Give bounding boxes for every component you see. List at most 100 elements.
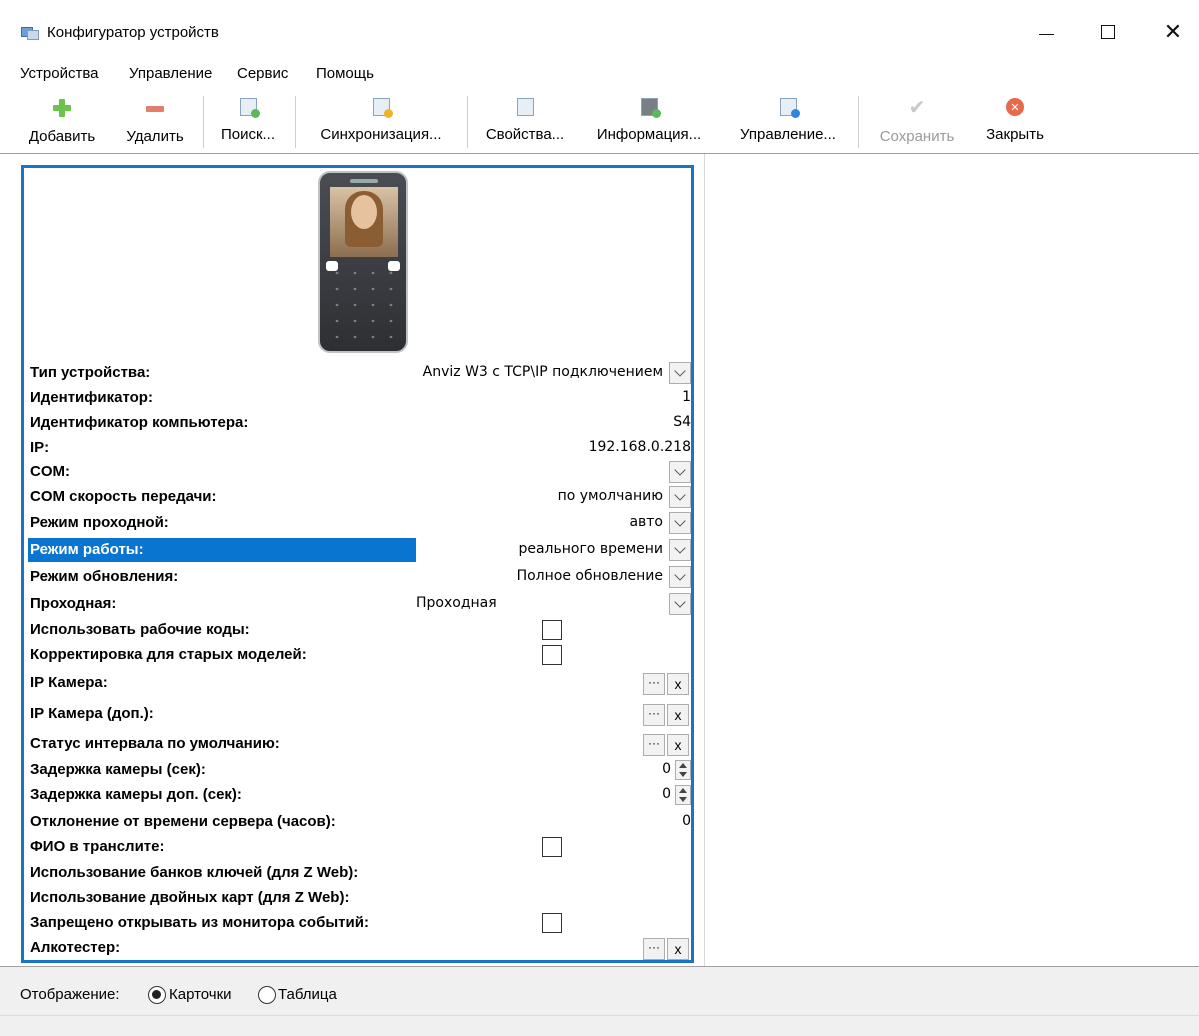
ip-camera-clear-button[interactable]: x [667, 673, 689, 695]
ip-camera-browse-button[interactable]: ··· [643, 673, 665, 695]
alcotester-label: Алкотестер: [30, 939, 121, 956]
ip-camera-extra-clear-button[interactable]: x [667, 704, 689, 726]
property-interval-status[interactable]: Статус интервала по умолчанию: ··· x [28, 732, 691, 756]
ip-camera-label: IP Камера: [30, 674, 108, 691]
pass-mode-dropdown[interactable] [669, 512, 691, 534]
work-codes-checkbox[interactable] [542, 620, 562, 640]
property-no-open-monitor[interactable]: Запрещено открывать из монитора событий: [28, 911, 691, 935]
work-mode-label: Режим работы: [28, 538, 416, 562]
interval-status-browse-button[interactable]: ··· [643, 734, 665, 756]
property-old-models[interactable]: Корректировка для старых моделей: [28, 643, 691, 667]
no-open-monitor-checkbox[interactable] [542, 913, 562, 933]
camera-delay-extra-spinner[interactable] [675, 785, 691, 805]
chevron-down-icon [674, 542, 686, 554]
property-camera-delay-extra[interactable]: Задержка камеры доп. (сек): 0 [28, 783, 691, 807]
property-computer-id[interactable]: Идентификатор компьютера: S4 [28, 411, 691, 435]
computer-id-value: S4 [673, 414, 691, 430]
radio-cards-label[interactable]: Карточки [169, 986, 232, 1003]
com-speed-label: COM скорость передачи: [30, 488, 217, 505]
chevron-down-icon [674, 515, 686, 527]
old-models-checkbox[interactable] [542, 645, 562, 665]
checkpoint-dropdown[interactable] [669, 593, 691, 615]
alcotester-browse-button[interactable]: ··· [643, 938, 665, 960]
close-button[interactable]: ✕ Закрыть [978, 90, 1052, 152]
property-pass-mode[interactable]: Режим проходной: авто [28, 511, 691, 535]
search-button[interactable]: Поиск... [213, 90, 283, 152]
close-window-button[interactable]: ✕ [1153, 14, 1193, 50]
device-card[interactable]: Тип устройства: Anviz W3 с TCP\IP подклю… [21, 165, 694, 963]
property-key-banks[interactable]: Использование банков ключей (для Z Web): [28, 861, 691, 885]
com-label: COM: [30, 463, 70, 480]
camera-delay-extra-value[interactable]: 0 [662, 786, 671, 802]
computer-id-label: Идентификатор компьютера: [30, 414, 249, 431]
key-banks-label: Использование банков ключей (для Z Web): [30, 864, 359, 881]
minimize-button[interactable] [1026, 14, 1066, 50]
menu-service[interactable]: Сервис [237, 65, 288, 82]
delete-label: Удалить [126, 128, 184, 145]
properties-label: Свойства... [485, 126, 565, 143]
property-server-time-offset[interactable]: Отклонение от времени сервера (часов): 0 [28, 810, 691, 834]
pass-mode-value: авто [629, 514, 663, 530]
maximize-button[interactable] [1088, 14, 1128, 50]
menu-devices[interactable]: Устройства [20, 65, 98, 82]
identifier-value: 1 [682, 389, 691, 405]
alcotester-clear-button[interactable]: x [667, 938, 689, 960]
property-identifier[interactable]: Идентификатор: 1 [28, 386, 691, 410]
property-fio-translit[interactable]: ФИО в транслите: [28, 835, 691, 859]
property-com-speed[interactable]: COM скорость передачи: по умолчанию [28, 485, 691, 509]
display-mode-bar: Отображение: Карточки Таблица [0, 967, 1199, 1015]
camera-delay-value[interactable]: 0 [662, 761, 671, 777]
right-panel [704, 154, 1199, 966]
close-circle-icon: ✕ [1006, 98, 1024, 116]
search-device-icon [239, 98, 260, 118]
menu-management[interactable]: Управление [129, 65, 212, 82]
com-dropdown[interactable] [669, 461, 691, 483]
interval-status-clear-button[interactable]: x [667, 734, 689, 756]
maximize-icon [1101, 25, 1115, 39]
properties-button[interactable]: Свойства... [477, 90, 573, 152]
add-label: Добавить [28, 128, 96, 145]
device-type-dropdown[interactable] [669, 362, 691, 384]
radio-table[interactable] [258, 986, 276, 1004]
manage-button[interactable]: Управление... [729, 90, 847, 152]
camera-delay-extra-label: Задержка камеры доп. (сек): [30, 786, 242, 803]
old-models-label: Корректировка для старых моделей: [30, 646, 307, 663]
fio-translit-checkbox[interactable] [542, 837, 562, 857]
property-work-mode[interactable]: Режим работы: реального времени [28, 538, 691, 562]
property-ip[interactable]: IP: 192.168.0.218 [28, 436, 691, 460]
property-ip-camera[interactable]: IP Камера: ··· x [28, 671, 691, 695]
work-mode-dropdown[interactable] [669, 539, 691, 561]
update-mode-label: Режим обновления: [30, 568, 179, 585]
menu-help[interactable]: Помощь [316, 65, 374, 82]
add-button[interactable]: Добавить [21, 90, 103, 152]
save-button[interactable]: ✔ Сохранить [868, 90, 966, 152]
chevron-down-icon [674, 489, 686, 501]
interval-status-label: Статус интервала по умолчанию: [30, 735, 280, 752]
property-device-type[interactable]: Тип устройства: Anviz W3 с TCP\IP подклю… [28, 361, 691, 385]
chevron-down-icon [674, 569, 686, 581]
property-ip-camera-extra[interactable]: IP Камера (доп.): ··· x [28, 702, 691, 726]
ip-camera-extra-browse-button[interactable]: ··· [643, 704, 665, 726]
info-icon [640, 98, 661, 118]
radio-cards[interactable] [148, 986, 166, 1004]
display-mode-label: Отображение: [20, 986, 120, 1003]
fio-translit-label: ФИО в транслите: [30, 838, 165, 855]
property-alcotester[interactable]: Алкотестер: ··· x [28, 936, 691, 960]
camera-delay-spinner[interactable] [675, 760, 691, 780]
delete-button[interactable]: Удалить [118, 90, 192, 152]
property-checkpoint[interactable]: Проходная: Проходная [28, 592, 691, 616]
property-double-cards[interactable]: Использование двойных карт (для Z Web): [28, 886, 691, 910]
property-camera-delay[interactable]: Задержка камеры (сек): 0 [28, 758, 691, 782]
work-mode-value: реального времени [518, 541, 663, 557]
radio-table-label[interactable]: Таблица [278, 986, 337, 1003]
main-window: Конфигуратор устройств ✕ Устройства Упра… [0, 0, 1199, 1036]
info-button[interactable]: Информация... [587, 90, 711, 152]
property-com[interactable]: COM: [28, 460, 691, 484]
com-speed-dropdown[interactable] [669, 486, 691, 508]
update-mode-dropdown[interactable] [669, 566, 691, 588]
minimize-icon [1038, 33, 1054, 35]
sync-button[interactable]: Синхронизация... [305, 90, 457, 152]
property-update-mode[interactable]: Режим обновления: Полное обновление [28, 565, 691, 589]
property-work-codes[interactable]: Использовать рабочие коды: [28, 618, 691, 642]
server-time-offset-value: 0 [682, 813, 691, 829]
